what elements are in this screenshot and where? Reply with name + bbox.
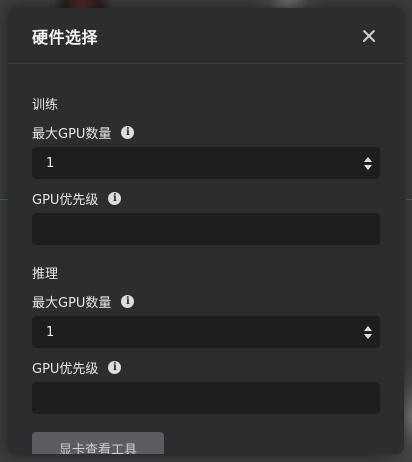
inference-gpu-priority-input[interactable] (32, 382, 380, 414)
inference-max-gpu-label-row: 最大GPU数量 i (32, 292, 380, 311)
training-gpu-priority-input[interactable] (32, 213, 380, 245)
inference-section-title: 推理 (32, 267, 59, 282)
stepper-down-icon[interactable] (364, 333, 372, 339)
hardware-selection-modal: 硬件选择 训练 最大GPU数量 i 1 GPU优先级 i 推理 最大GPU数量 (8, 8, 404, 454)
modal-title: 硬件选择 (32, 27, 99, 47)
inference-max-gpu-stepper[interactable] (364, 325, 372, 339)
inference-max-gpu-input[interactable]: 1 (32, 316, 380, 348)
training-gpu-priority-label: GPU优先级 (32, 192, 99, 208)
info-icon[interactable]: i (108, 191, 122, 205)
inference-max-gpu-value: 1 (46, 324, 55, 340)
training-max-gpu-stepper[interactable] (364, 156, 372, 170)
training-max-gpu-value: 1 (46, 155, 55, 171)
backdrop-line-right (406, 199, 412, 200)
stepper-up-icon[interactable] (364, 156, 372, 162)
stepper-down-icon[interactable] (364, 164, 372, 170)
training-gpu-priority-label-row: GPU优先级 i (32, 189, 380, 208)
training-max-gpu-input[interactable]: 1 (32, 147, 380, 179)
training-max-gpu-label-row: 最大GPU数量 i (32, 123, 380, 142)
info-icon[interactable]: i (108, 360, 122, 374)
info-icon[interactable]: i (121, 294, 135, 308)
inference-gpu-priority-label-row: GPU优先级 i (32, 358, 380, 377)
stepper-up-icon[interactable] (364, 325, 372, 331)
inference-gpu-priority-label: GPU优先级 (32, 361, 99, 377)
gpu-viewer-tool-button[interactable]: 显卡查看工具 (32, 432, 164, 454)
modal-body: 训练 最大GPU数量 i 1 GPU优先级 i 推理 最大GPU数量 i 1 G… (8, 64, 404, 454)
close-icon[interactable] (358, 25, 380, 47)
inference-max-gpu-label: 最大GPU数量 (32, 295, 112, 311)
training-max-gpu-label: 最大GPU数量 (32, 126, 112, 142)
info-icon[interactable]: i (121, 125, 135, 139)
modal-header: 硬件选择 (8, 8, 404, 64)
training-section-title: 训练 (32, 98, 59, 113)
